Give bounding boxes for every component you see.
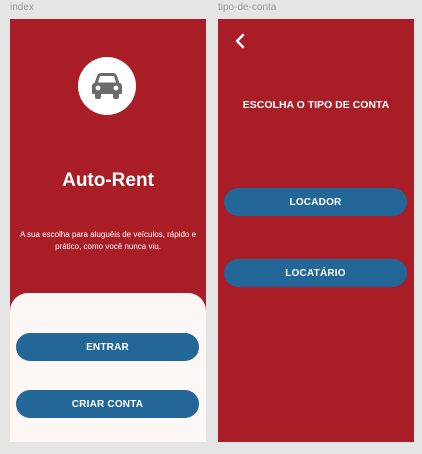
- app-title: Auto-Rent: [62, 170, 154, 191]
- create-account-button[interactable]: CRIAR CONTA: [16, 390, 199, 418]
- bottom-panel: ENTRAR CRIAR CONTA: [10, 293, 206, 442]
- car-icon: [92, 73, 122, 99]
- tenant-button[interactable]: LOCATÁRIO: [224, 259, 407, 287]
- account-type-title: ESCOLHA O TIPO DE CONTA: [242, 99, 390, 111]
- frame-label-index: index: [10, 2, 34, 13]
- back-button[interactable]: [231, 31, 249, 51]
- account-type-screen: ESCOLHA O TIPO DE CONTA LOCADOR LOCATÁRI…: [218, 19, 414, 442]
- frame-label-tipo-de-conta: tipo-de-conta: [218, 2, 277, 13]
- app-tagline: A sua escolha para aluguéis de veículos,…: [19, 230, 197, 251]
- logo: [78, 57, 136, 115]
- login-button[interactable]: ENTRAR: [16, 333, 199, 361]
- landlord-button[interactable]: LOCADOR: [224, 188, 407, 216]
- index-screen: Auto-Rent A sua escolha para aluguéis de…: [10, 19, 206, 442]
- chevron-left-icon: [235, 33, 245, 49]
